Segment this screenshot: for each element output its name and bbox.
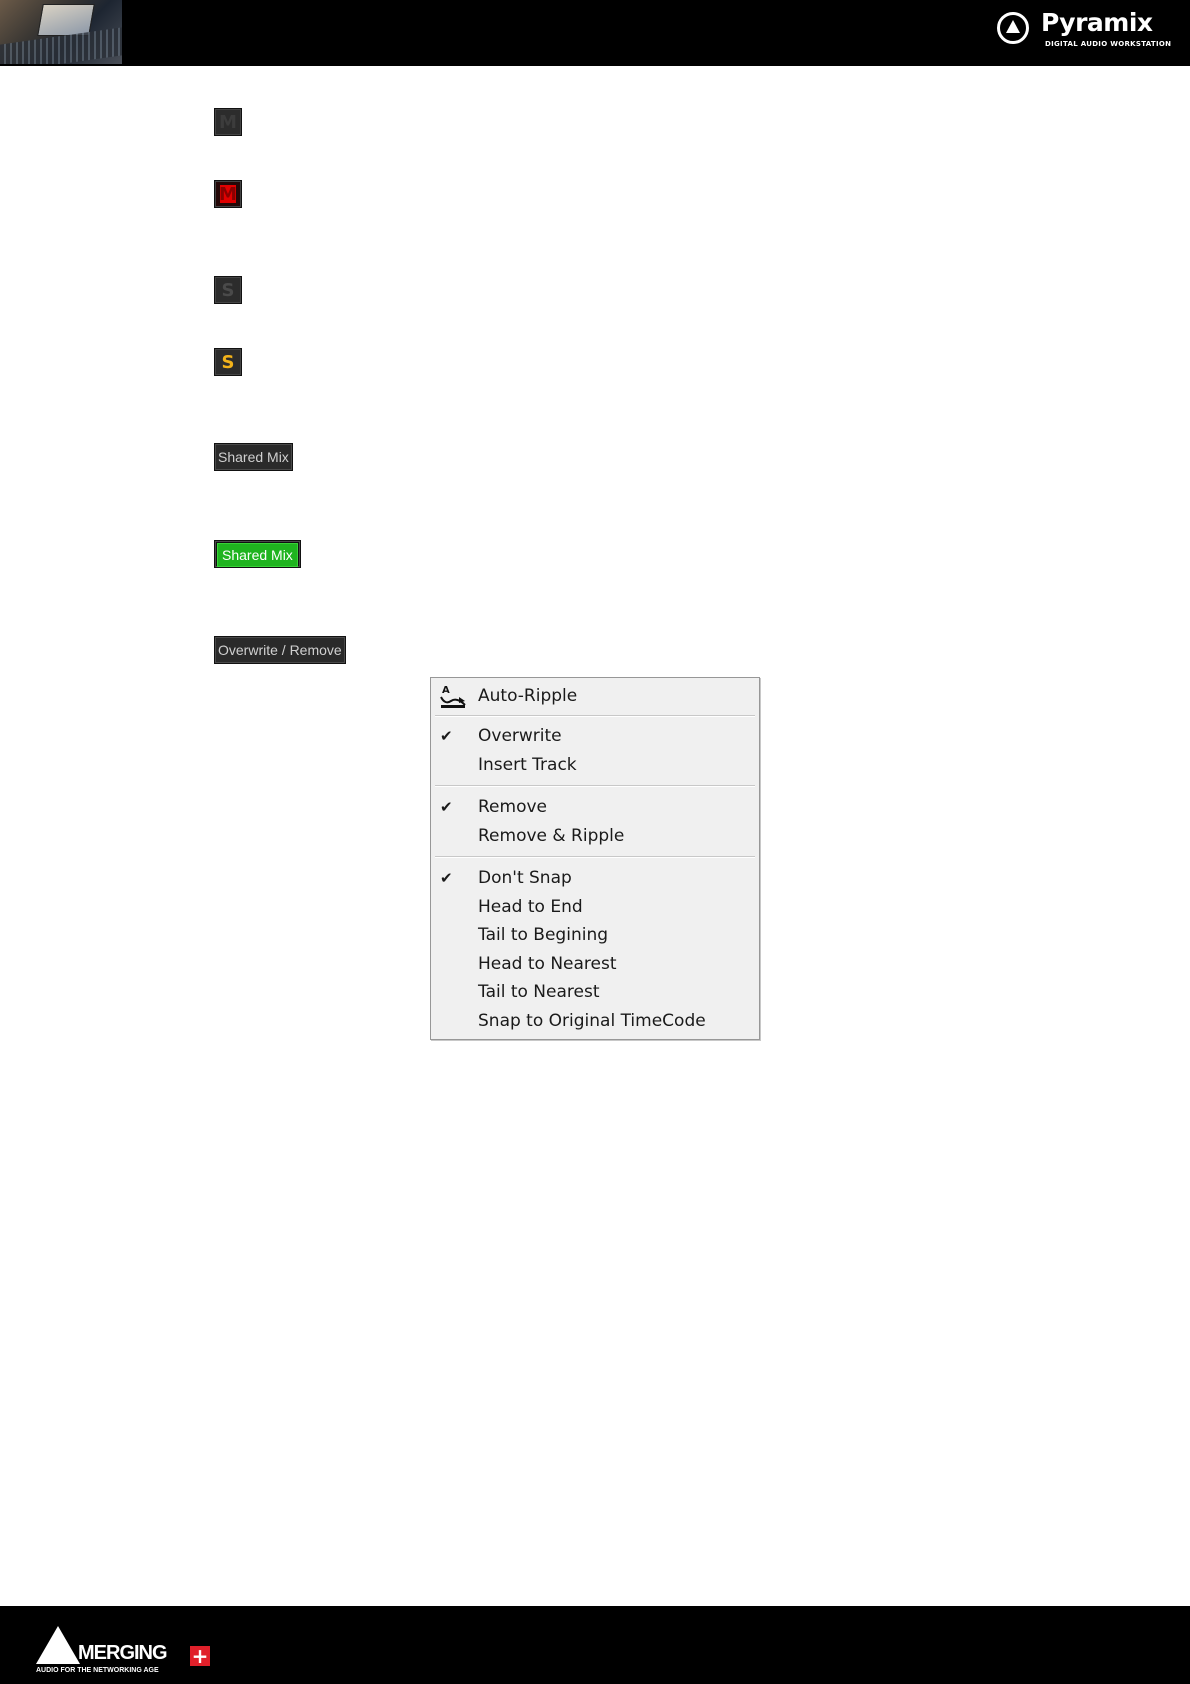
menu-separator [435,715,755,717]
mute-button-on[interactable]: M [214,180,242,208]
brand-subtitle: DIGITAL AUDIO WORKSTATION [1045,40,1172,48]
solo-button-off[interactable]: S [214,276,242,304]
menu-item-head-to-nearest[interactable]: Head to Nearest [478,951,617,977]
menu-item-overwrite[interactable]: Overwrite [478,723,562,749]
svg-text:A: A [442,685,450,696]
checkmark-icon: ✔ [440,727,453,745]
solo-label: S [221,279,235,301]
menu-item-head-to-end[interactable]: Head to End [478,894,583,920]
menu-item-tail-to-begining[interactable]: Tail to Begining [478,922,608,948]
auto-ripple-icon: A [440,685,466,708]
mute-label: M [219,183,237,205]
menu-item-tail-to-nearest[interactable]: Tail to Nearest [478,979,600,1005]
merging-tagline: AUDIO FOR THE NETWORKING AGE [36,1667,159,1674]
menu-separator [435,856,755,858]
shared-mix-button-on[interactable]: Shared Mix [214,540,301,568]
pyramix-logo: Pyramix DIGITAL AUDIO WORKSTATION [997,8,1172,54]
overwrite-remove-button[interactable]: Overwrite / Remove [214,636,346,664]
solo-button-on[interactable]: S [214,348,242,376]
checkmark-icon: ✔ [440,798,453,816]
studio-photo [0,0,122,64]
menu-item-insert-track[interactable]: Insert Track [478,752,577,778]
merging-brand-name: MERGING [78,1642,168,1664]
merging-logo-icon [36,1626,80,1664]
mute-button-off[interactable]: M [214,108,242,136]
page-header: Pyramix DIGITAL AUDIO WORKSTATION [0,0,1190,66]
solo-label: S [221,351,235,373]
menu-item-don-t-snap[interactable]: Don't Snap [478,865,572,891]
menu-item-remove[interactable]: Remove [478,794,547,820]
menu-item-auto-ripple[interactable]: Auto-Ripple [478,683,577,709]
menu-separator [435,785,755,787]
menu-item-snap-to-original-timecode[interactable]: Snap to Original TimeCode [478,1008,706,1034]
brand-name: Pyramix [1041,8,1153,37]
overwrite-remove-menu: A Auto-Ripple ✔ Overwrite Insert Track ✔ Rem… [430,677,760,1040]
pyramix-logo-icon [997,12,1029,44]
mute-label: M [219,111,237,133]
menu-item-remove-ripple[interactable]: Remove & Ripple [478,823,624,849]
shared-mix-button-off[interactable]: Shared Mix [214,443,293,471]
page-footer: MERGING + AUDIO FOR THE NETWORKING AGE [0,1606,1190,1684]
swiss-cross-icon: + [190,1644,210,1668]
shared-mix-label: Shared Mix [217,543,298,567]
checkmark-icon: ✔ [440,869,453,887]
